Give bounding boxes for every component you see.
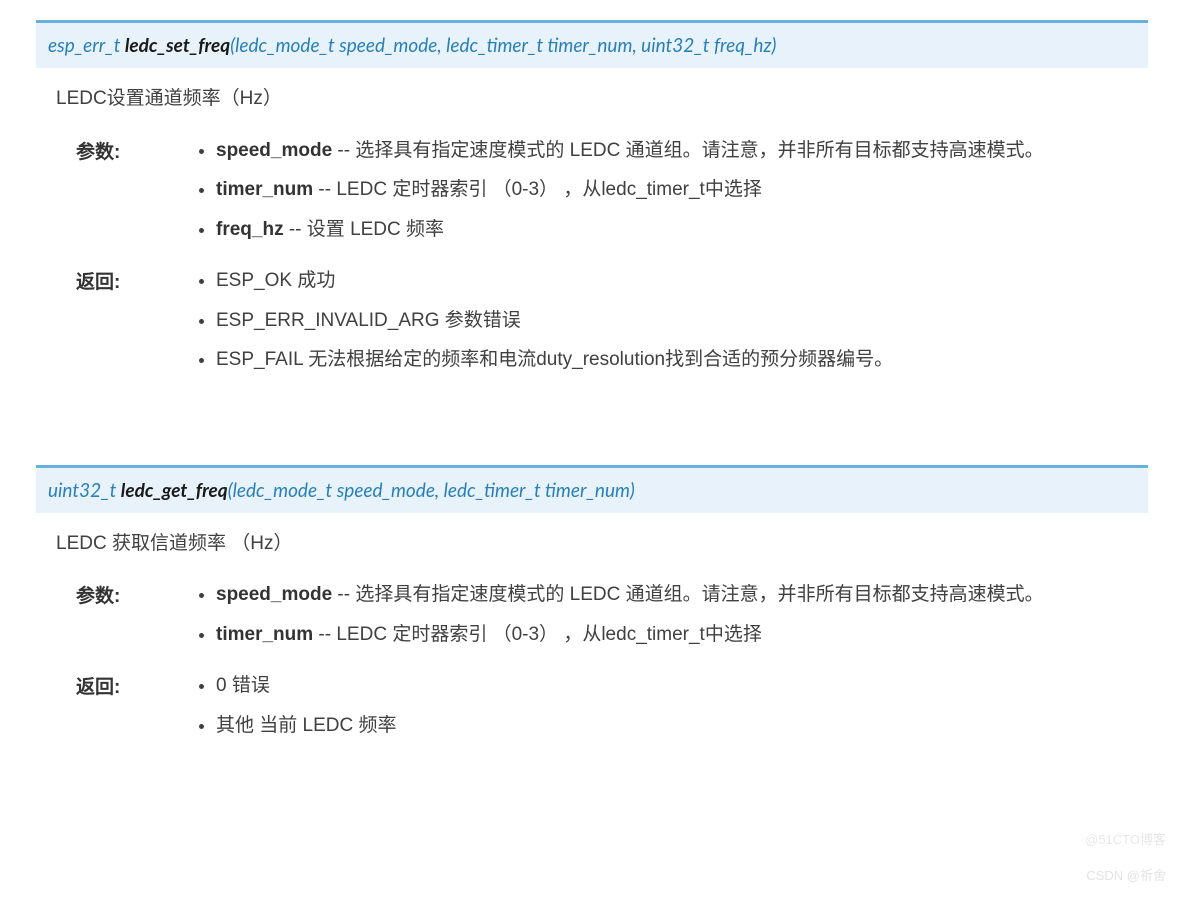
list-item: timer_num -- LEDC 定时器索引 （0-3） ，从ledc_tim… [216, 175, 1148, 204]
list-item: timer_num -- LEDC 定时器索引 （0-3） ，从ledc_tim… [216, 620, 1148, 649]
function-name: ledc_set_freq [125, 34, 230, 57]
param-name: speed_mode [216, 584, 332, 605]
param-name: timer_num [216, 624, 313, 645]
list-item: speed_mode -- 选择具有指定速度模式的 LEDC 通道组。请注意，并… [216, 136, 1148, 165]
return-type: esp_err_t [48, 34, 125, 57]
list-item: freq_hz -- 设置 LEDC 频率 [216, 215, 1148, 244]
param-text: -- LEDC 定时器索引 （0-3） ，从ledc_timer_t中选择 [313, 179, 762, 200]
returns-row: 返回: ESP_OK 成功 ESP_ERR_INVALID_ARG 参数错误 E… [76, 266, 1148, 392]
list-item: 0 错误 [216, 671, 1148, 700]
param-text: -- 选择具有指定速度模式的 LEDC 通道组。请注意，并非所有目标都支持高速模… [332, 584, 1043, 605]
param-text: -- LEDC 定时器索引 （0-3） ，从ledc_timer_t中选择 [313, 624, 762, 645]
param-name: freq_hz [216, 219, 284, 240]
params-list: speed_mode -- 选择具有指定速度模式的 LEDC 通道组。请注意，并… [196, 580, 1148, 649]
param-text: -- 选择具有指定速度模式的 LEDC 通道组。请注意，并非所有目标都支持高速模… [332, 140, 1043, 161]
list-item: ESP_FAIL 无法根据给定的频率和电流duty_resolution找到合适… [216, 345, 1148, 374]
watermark: @51CTO博客 [1085, 830, 1166, 850]
returns-list: ESP_OK 成功 ESP_ERR_INVALID_ARG 参数错误 ESP_F… [196, 266, 1148, 374]
function-signature: uint32_t ledc_get_freq(ledc_mode_t speed… [36, 465, 1148, 513]
returns-row: 返回: 0 错误 其他 当前 LEDC 频率 [76, 671, 1148, 758]
params-label: 参数: [76, 580, 196, 667]
function-description: LEDC设置通道频率（Hz） [56, 84, 1148, 113]
param-name: speed_mode [216, 140, 332, 161]
list-item: speed_mode -- 选择具有指定速度模式的 LEDC 通道组。请注意，并… [216, 580, 1148, 609]
returns-label: 返回: [76, 266, 196, 392]
params-row: 参数: speed_mode -- 选择具有指定速度模式的 LEDC 通道组。请… [76, 580, 1148, 667]
watermark: CSDN @祈舍 [1086, 866, 1166, 886]
return-type: uint32_t [48, 479, 121, 502]
list-item: ESP_OK 成功 [216, 266, 1148, 295]
function-signature: esp_err_t ledc_set_freq(ledc_mode_t spee… [36, 20, 1148, 68]
params-row: 参数: speed_mode -- 选择具有指定速度模式的 LEDC 通道组。请… [76, 136, 1148, 262]
params-list: speed_mode -- 选择具有指定速度模式的 LEDC 通道组。请注意，并… [196, 136, 1148, 244]
function-name: ledc_get_freq [121, 479, 228, 502]
function-args: (ledc_mode_t speed_mode, ledc_timer_t ti… [228, 479, 635, 502]
param-name: timer_num [216, 179, 313, 200]
params-label: 参数: [76, 136, 196, 262]
function-block: esp_err_t ledc_set_freq(ledc_mode_t spee… [36, 20, 1148, 393]
list-item: ESP_ERR_INVALID_ARG 参数错误 [216, 306, 1148, 335]
param-text: -- 设置 LEDC 频率 [284, 219, 444, 240]
returns-label: 返回: [76, 671, 196, 758]
function-description: LEDC 获取信道频率 （Hz） [56, 529, 1148, 558]
function-args: (ledc_mode_t speed_mode, ledc_timer_t ti… [230, 34, 776, 57]
function-block: uint32_t ledc_get_freq(ledc_mode_t speed… [36, 465, 1148, 759]
list-item: 其他 当前 LEDC 频率 [216, 711, 1148, 740]
returns-list: 0 错误 其他 当前 LEDC 频率 [196, 671, 1148, 740]
